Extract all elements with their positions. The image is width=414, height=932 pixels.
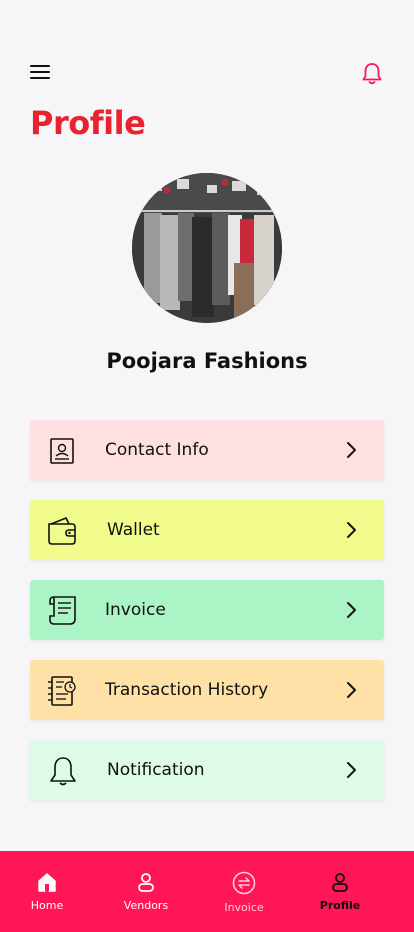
menu-label-wallet: Wallet [107,520,160,540]
exchange-icon [232,871,256,895]
menu-label-transaction-history: Transaction History [105,680,269,700]
nav-invoice[interactable]: Invoice [199,871,289,914]
nav-label-invoice: Invoice [224,901,264,914]
page-title: Profile [30,104,146,142]
notification-bell-button[interactable] [359,60,385,88]
bell-icon [50,757,76,786]
invoice-scroll-icon [49,596,76,625]
contact-card-icon [50,438,74,464]
nav-vendors[interactable]: Vendors [101,871,191,912]
wallet-icon [48,516,76,545]
nav-label-home: Home [30,899,64,912]
nav-label-profile: Profile [319,899,361,912]
chevron-right-icon [347,762,356,778]
bottom-nav: Home Vendors Invoice Profile [0,851,414,932]
user-icon [138,873,154,892]
chevron-right-icon [347,602,356,618]
business-name: Poojara Fashions [106,349,308,373]
wallet-button[interactable]: Wallet [30,500,384,560]
chevron-right-icon [347,442,356,458]
chevron-right-icon [347,522,356,538]
chevron-right-icon [347,682,356,698]
avatar[interactable] [132,173,282,323]
hamburger-line [30,65,50,67]
hamburger-menu-button[interactable] [30,60,54,84]
nav-home[interactable]: Home [2,871,92,912]
hamburger-line [30,71,50,73]
menu-label-contact-info: Contact Info [105,440,209,460]
transaction-history-icon [48,676,76,706]
transaction-history-button[interactable]: Transaction History [30,660,384,720]
hamburger-line [30,77,50,79]
home-icon [38,873,56,892]
menu-label-invoice: Invoice [105,600,166,620]
invoice-button[interactable]: Invoice [30,580,384,640]
nav-profile[interactable]: Profile [295,871,385,912]
nav-label-vendors: Vendors [123,899,169,912]
notification-button[interactable]: Notification [30,740,384,800]
bell-icon [362,63,382,85]
menu-label-notification: Notification [107,760,205,780]
profile-icon [332,873,348,892]
contact-info-button[interactable]: Contact Info [30,420,384,480]
clothing-rack-photo [132,173,282,323]
